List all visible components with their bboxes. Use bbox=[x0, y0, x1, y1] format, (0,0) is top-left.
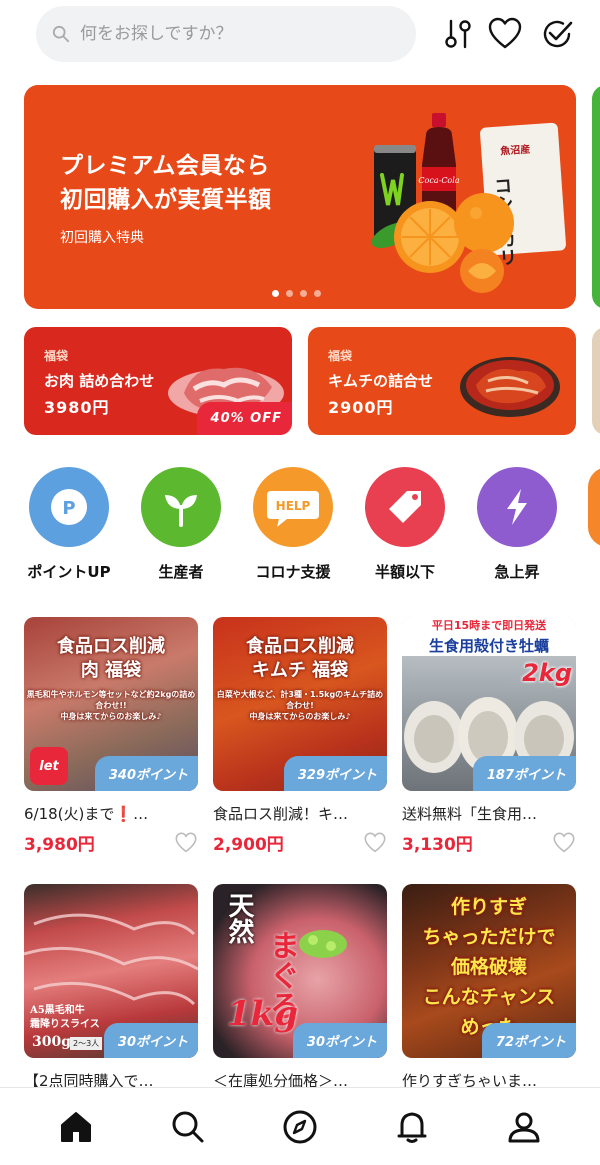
search-icon bbox=[172, 1111, 204, 1142]
promo-name: お肉 詰め合わせ bbox=[44, 372, 155, 390]
points-badge: 30ポイント bbox=[103, 1023, 198, 1058]
nav-home[interactable] bbox=[46, 1097, 106, 1157]
heart-icon[interactable] bbox=[487, 16, 523, 52]
favorite-heart-icon[interactable] bbox=[552, 832, 576, 854]
product-price: 2,900円 bbox=[213, 835, 284, 855]
poster-text: A5黒毛和牛 霜降りスライス bbox=[30, 1005, 100, 1030]
category-corona-support[interactable]: HELP コロナ支援 bbox=[238, 467, 348, 582]
poster-banner: 平日15時まで即日発送 bbox=[402, 617, 576, 635]
promo-price: 3980円 bbox=[44, 398, 110, 417]
cola-label: Coca-Cola bbox=[418, 176, 459, 185]
hero-banner[interactable]: プレミアム会員なら 初回購入が実質半額 初回購入特典 Coca-Cola 魚沼産… bbox=[24, 85, 576, 309]
category-label: 急上昇 bbox=[494, 563, 540, 581]
check-circle-icon[interactable] bbox=[539, 16, 575, 52]
next-promo-peek[interactable] bbox=[592, 327, 600, 435]
bell-icon bbox=[397, 1112, 427, 1143]
promo-tag: 福袋 bbox=[328, 349, 353, 363]
nav-search[interactable] bbox=[158, 1097, 218, 1157]
product-image: 作りすぎ ちゃっただけで 価格破壊 こんなチャンス めった 72ポイント bbox=[402, 884, 576, 1058]
carousel-dot[interactable] bbox=[272, 290, 279, 297]
sprout-icon bbox=[141, 467, 221, 547]
poster-weight: 1kg bbox=[227, 994, 298, 1034]
product-card[interactable]: 作りすぎ ちゃっただけで 価格破壊 こんなチャンス めった 72ポイント 作りす… bbox=[402, 884, 576, 1091]
category-points-up[interactable]: P ポイントUP bbox=[14, 467, 124, 582]
favorite-heart-icon[interactable] bbox=[363, 832, 387, 854]
poster-subtitle: 生食用殻付き牡蠣 bbox=[402, 635, 576, 656]
filter-icon[interactable] bbox=[440, 16, 476, 52]
product-title: 送料無料「生食用… bbox=[402, 805, 538, 823]
help-bubble-icon: HELP bbox=[253, 467, 333, 547]
category-half-price[interactable]: 半額以下 bbox=[350, 467, 460, 582]
category-trending[interactable]: 急上昇 bbox=[462, 467, 572, 582]
carousel-dot[interactable] bbox=[300, 290, 307, 297]
poster-weight: 2kg bbox=[522, 659, 572, 687]
nav-profile[interactable] bbox=[494, 1097, 554, 1157]
next-category-peek[interactable] bbox=[588, 467, 600, 547]
carousel-dots[interactable] bbox=[272, 290, 321, 297]
category-label: コロナ支援 bbox=[255, 563, 331, 581]
poster-text: 天然 bbox=[224, 892, 254, 944]
search-bar[interactable] bbox=[36, 6, 416, 62]
points-badge: 340ポイント bbox=[94, 756, 198, 791]
bottom-nav bbox=[0, 1087, 600, 1165]
hero-title: プレミアム会員なら 初回購入が実質半額 bbox=[60, 153, 272, 213]
category-producers[interactable]: 生産者 bbox=[126, 467, 236, 582]
price-tag-icon bbox=[365, 467, 445, 547]
home-icon bbox=[61, 1111, 91, 1142]
promo-card-meat[interactable]: 福袋 お肉 詰め合わせ 3980円 40% OFF bbox=[24, 327, 292, 435]
hero-subtitle: 初回購入特典 bbox=[60, 230, 144, 246]
search-input[interactable] bbox=[80, 24, 380, 44]
poster-text: 食品ロス削減 キムチ 福袋 bbox=[246, 636, 354, 681]
product-image: 食品ロス削減 肉 福袋 黒毛和牛やホルモン等セットなど約2kgの詰め合わせ!! … bbox=[24, 617, 198, 791]
product-image: A5黒毛和牛 霜降りスライス 300g 2～3人 30ポイント bbox=[24, 884, 198, 1058]
category-label: 半額以下 bbox=[374, 563, 435, 581]
poster-text: 作りすぎ ちゃっただけで 価格破壊 こんなチャンス めった bbox=[422, 896, 556, 1038]
product-title: 6/18(火)まで❗… bbox=[24, 805, 149, 823]
poster-note: 黒毛和牛やホルモン等セットなど約2kgの詰め合わせ!! 中身は来てからのお楽しみ… bbox=[26, 690, 196, 721]
category-label: ポイントUP bbox=[27, 563, 111, 581]
product-card[interactable]: 食品ロス削減 キムチ 福袋 白菜や大根など、計3種・1.5kgのキムチ詰め合わせ… bbox=[213, 617, 387, 855]
discount-badge: 40% OFF bbox=[196, 402, 292, 435]
product-price: 3,980円 bbox=[24, 835, 95, 855]
nav-notifications[interactable] bbox=[382, 1097, 442, 1157]
promo-card-kimchi[interactable]: 福袋 キムチの詰合せ 2900円 bbox=[308, 327, 576, 435]
product-card[interactable]: 食品ロス削減 肉 福袋 黒毛和牛やホルモン等セットなど約2kgの詰め合わせ!! … bbox=[24, 617, 198, 855]
lightning-icon bbox=[477, 467, 557, 547]
points-badge: 30ポイント bbox=[292, 1023, 387, 1058]
svg-text:P: P bbox=[62, 498, 75, 519]
poster-weight: 300g bbox=[32, 1034, 72, 1050]
product-image: 平日15時まで即日発送 生食用殻付き牡蠣 2kg 187ポイント bbox=[402, 617, 576, 791]
promo-tag: 福袋 bbox=[44, 349, 69, 363]
promo-name: キムチの詰合せ bbox=[328, 372, 434, 390]
product-image: 天然 まぐろ 1kg 30ポイント bbox=[213, 884, 387, 1058]
product-card[interactable]: 天然 まぐろ 1kg 30ポイント ＜在庫処分価格＞… bbox=[213, 884, 387, 1091]
poster-note: 2～3人 bbox=[70, 1037, 103, 1050]
poster-note: 白菜や大根など、計3種・1.5kgのキムチ詰め合わせ! 中身は来てからのお楽しみ… bbox=[216, 690, 384, 721]
carousel-dot[interactable] bbox=[314, 290, 321, 297]
brand-logo: let bbox=[30, 747, 68, 785]
points-icon: P bbox=[29, 467, 109, 547]
kimchi-image bbox=[460, 357, 560, 417]
compass-icon bbox=[283, 1110, 317, 1143]
category-label: 生産者 bbox=[158, 563, 204, 581]
points-badge: 329ポイント bbox=[283, 756, 387, 791]
product-image: 食品ロス削減 キムチ 福袋 白菜や大根など、計3種・1.5kgのキムチ詰め合わせ… bbox=[213, 617, 387, 791]
hero-products-image: Coca-Cola 魚沼産 コシヒカリ bbox=[371, 113, 566, 293]
favorite-heart-icon[interactable] bbox=[174, 832, 198, 854]
svg-text:HELP: HELP bbox=[276, 499, 311, 513]
product-card[interactable]: 平日15時まで即日発送 生食用殻付き牡蠣 2kg 187ポイント 送料無料「生食… bbox=[402, 617, 576, 855]
carousel-dot[interactable] bbox=[286, 290, 293, 297]
points-badge: 187ポイント bbox=[472, 756, 576, 791]
product-card[interactable]: A5黒毛和牛 霜降りスライス 300g 2～3人 30ポイント 【2点同時購入で… bbox=[24, 884, 198, 1091]
points-badge: 72ポイント bbox=[481, 1023, 576, 1058]
promo-price: 2900円 bbox=[328, 398, 394, 417]
nav-discover[interactable] bbox=[270, 1097, 330, 1157]
product-title: 食品ロス削減！キ… bbox=[213, 805, 349, 823]
product-price: 3,130円 bbox=[402, 835, 473, 855]
next-banner-peek[interactable] bbox=[592, 85, 600, 309]
poster-text: 食品ロス削減 肉 福袋 bbox=[57, 636, 165, 681]
search-icon bbox=[52, 25, 70, 43]
user-icon bbox=[508, 1112, 540, 1142]
